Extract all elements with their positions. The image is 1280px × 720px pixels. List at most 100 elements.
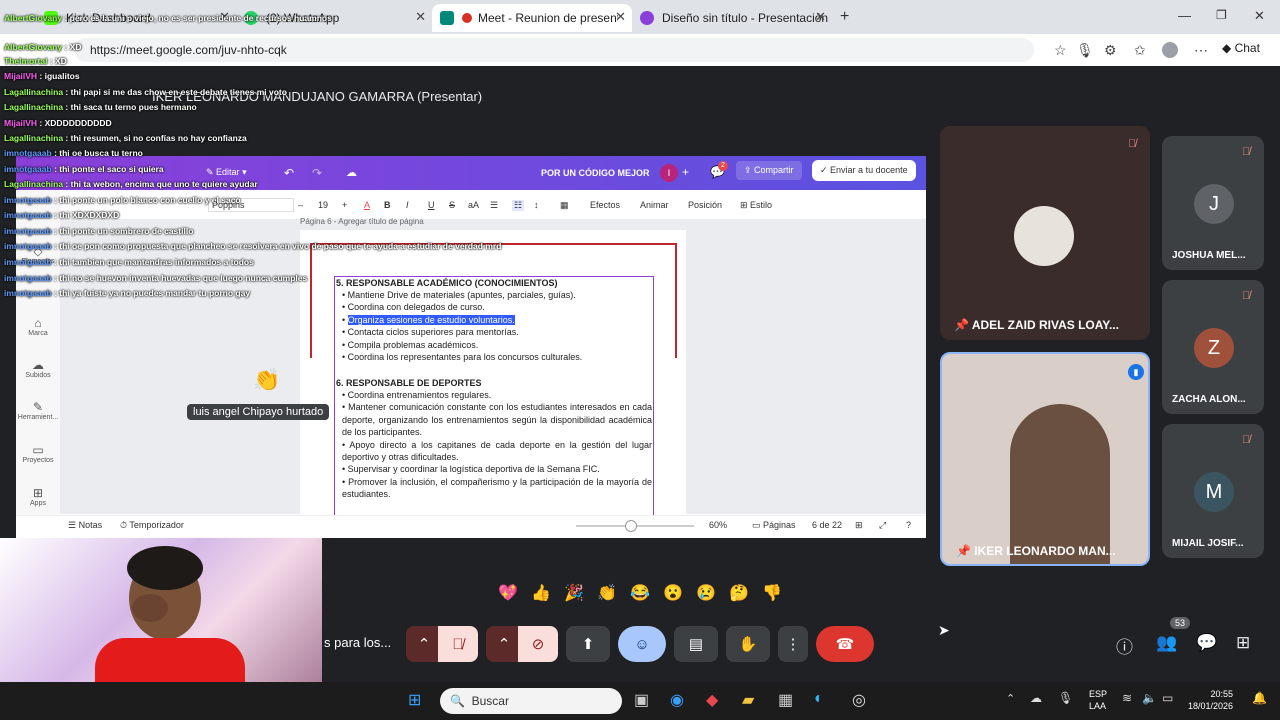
- task-view-icon[interactable]: ▣: [634, 690, 649, 710]
- position-button[interactable]: Posición: [688, 200, 722, 210]
- tab-meet[interactable]: Meet - Reunion de presentaci ✕: [432, 4, 632, 32]
- redo-icon[interactable]: ↷: [312, 166, 322, 180]
- user-avatar[interactable]: I: [660, 164, 678, 182]
- leave-call-button[interactable]: ☎: [816, 626, 874, 662]
- new-tab-icon[interactable]: +: [840, 8, 849, 26]
- participant-tile[interactable]: Z 🎙̸ ZACHA ALON...: [1162, 280, 1264, 414]
- chat-icon[interactable]: 💬: [1196, 633, 1217, 653]
- present-button[interactable]: ⬆: [566, 626, 610, 662]
- font-size-decrease[interactable]: –: [298, 200, 303, 210]
- reaction-laugh-icon[interactable]: 😂: [630, 583, 650, 603]
- rail-uploads[interactable]: ☁ Subidos: [16, 358, 60, 379]
- wifi-icon[interactable]: ≋: [1122, 691, 1132, 705]
- reaction-thinking-icon[interactable]: 🤔: [729, 583, 749, 603]
- mic-toggle-button[interactable]: 🎙̸: [438, 626, 478, 662]
- language-indicator[interactable]: ESP LAA: [1089, 688, 1107, 712]
- tab-canva[interactable]: Diseño sin título - Presentación ✕: [632, 4, 832, 32]
- participant-tile-speaking[interactable]: ▮ 📌 IKER LEONARDO MAN...: [940, 352, 1150, 566]
- audio-options-button[interactable]: ⌃: [406, 626, 442, 662]
- url-field[interactable]: https://meet.google.com/juv-nhto-cqk: [74, 38, 1034, 62]
- rail-apps[interactable]: ⊞ Apps: [16, 486, 60, 507]
- transparency-icon[interactable]: ▦: [560, 200, 569, 211]
- taskbar-search[interactable]: 🔍 Buscar: [440, 688, 622, 714]
- file-explorer-icon[interactable]: ▰: [742, 690, 754, 710]
- list-icon[interactable]: ☷: [512, 200, 525, 211]
- favorites-icon[interactable]: ✩: [1134, 42, 1146, 59]
- clock[interactable]: 20:55 18/01/2026: [1188, 688, 1233, 712]
- edge-copilot-icon[interactable]: ◉: [670, 690, 684, 710]
- more-menu-icon[interactable]: ⋯: [1194, 42, 1208, 59]
- style-button[interactable]: ⊞ Estilo: [740, 200, 772, 211]
- reaction-surprised-icon[interactable]: 😮: [663, 583, 683, 603]
- fullscreen-icon[interactable]: ⤢: [879, 520, 886, 531]
- battery-icon[interactable]: ▭: [1162, 691, 1173, 705]
- participant-tile[interactable]: M 🎙̸ MIJAIL JOSIF...: [1162, 424, 1264, 558]
- volume-icon[interactable]: 🔈: [1142, 691, 1157, 705]
- profile-avatar[interactable]: [1162, 42, 1178, 58]
- more-options-button[interactable]: ⋮: [778, 626, 808, 662]
- close-icon[interactable]: ✕: [415, 9, 426, 25]
- underline-icon[interactable]: U: [428, 200, 435, 210]
- app-red-icon[interactable]: ◆: [706, 690, 718, 710]
- help-icon[interactable]: ?: [906, 520, 911, 530]
- reaction-thumbs-down-icon[interactable]: 👎: [762, 583, 782, 603]
- edge-browser-icon[interactable]: ◐: [814, 690, 824, 708]
- rail-projects[interactable]: ▭ Proyectos: [16, 443, 60, 464]
- edit-menu[interactable]: ✎ Editar ▾: [206, 167, 247, 178]
- participant-tile[interactable]: 🎙̸ 📌 ADEL ZAID RIVAS LOAY...: [940, 126, 1150, 340]
- align-icon[interactable]: ☰: [490, 200, 498, 211]
- tray-overflow-icon[interactable]: ⌃: [1006, 692, 1015, 705]
- close-icon[interactable]: ✕: [815, 9, 826, 25]
- spacing-icon[interactable]: ↕: [534, 200, 539, 210]
- italic-icon[interactable]: I: [406, 200, 409, 210]
- tray-app-icon[interactable]: ☁: [1030, 691, 1042, 705]
- font-size-value[interactable]: 19: [318, 200, 328, 210]
- effects-button[interactable]: Efectos: [590, 200, 620, 210]
- notes-button[interactable]: ☰ Notas: [68, 520, 102, 531]
- camera-toggle-button[interactable]: ⊘: [518, 626, 558, 662]
- animate-button[interactable]: Animar: [640, 200, 669, 210]
- reaction-sad-icon[interactable]: 😢: [696, 583, 716, 603]
- store-icon[interactable]: ▦: [778, 690, 793, 710]
- text-case-icon[interactable]: aA: [468, 200, 479, 210]
- activities-icon[interactable]: ⊞: [1236, 633, 1250, 653]
- close-window-icon[interactable]: ✕: [1254, 8, 1265, 24]
- rail-tools[interactable]: ✎ Herramient...: [16, 400, 60, 421]
- text-color-icon[interactable]: A: [364, 200, 370, 210]
- minimize-icon[interactable]: —: [1178, 8, 1191, 23]
- copilot-chat-button[interactable]: ◆ Chat: [1222, 41, 1260, 55]
- tray-mic-icon[interactable]: 🎙: [1058, 691, 1073, 705]
- close-icon[interactable]: ✕: [615, 9, 626, 25]
- selected-text[interactable]: Organiza sesiones de estudio voluntarios…: [347, 314, 515, 325]
- reaction-heart-icon[interactable]: 💖: [498, 583, 518, 603]
- captions-button[interactable]: ▤: [674, 626, 718, 662]
- notifications-icon[interactable]: 🔔: [1252, 691, 1267, 705]
- video-options-button[interactable]: ⌃: [486, 626, 522, 662]
- undo-icon[interactable]: ↶: [284, 166, 294, 180]
- add-collaborator-icon[interactable]: +: [682, 165, 689, 179]
- design-title[interactable]: POR UN CÓDIGO MEJOR: [541, 168, 650, 178]
- send-to-teacher-button[interactable]: ✓ Enviar a tu docente: [812, 160, 916, 181]
- bold-icon[interactable]: B: [384, 200, 391, 210]
- share-button[interactable]: ⇪ Compartir: [736, 161, 802, 180]
- raise-hand-button[interactable]: ✋: [726, 626, 770, 662]
- pages-button[interactable]: ▭ Páginas: [752, 520, 796, 531]
- reaction-party-icon[interactable]: 🎉: [564, 583, 584, 603]
- zoom-slider-handle[interactable]: [625, 520, 637, 532]
- people-icon[interactable]: 👥: [1156, 633, 1177, 653]
- strikethrough-icon[interactable]: S: [449, 200, 455, 210]
- rail-brand[interactable]: ⌂ Marca: [16, 316, 60, 337]
- reaction-clap-icon[interactable]: 👏: [597, 583, 617, 603]
- meeting-info-icon[interactable]: ⓘ: [1116, 633, 1133, 658]
- extensions-icon[interactable]: ⚙: [1104, 42, 1117, 59]
- participant-tile[interactable]: J 🎙̸ JOSHUA MEL...: [1162, 136, 1264, 270]
- zoom-value[interactable]: 60%: [709, 520, 727, 530]
- page-header[interactable]: Página 6 - Agregar título de página: [300, 217, 424, 226]
- mic-icon[interactable]: 🎙: [1076, 42, 1094, 59]
- font-size-increase[interactable]: +: [342, 200, 347, 210]
- reaction-thumbs-up-icon[interactable]: 👍: [531, 583, 551, 603]
- obs-icon[interactable]: ◎: [852, 690, 866, 710]
- timer-button[interactable]: ⏱ Temporizador: [120, 520, 184, 531]
- bookmark-star-icon[interactable]: ☆: [1054, 42, 1067, 59]
- grid-view-icon[interactable]: ⊞: [855, 520, 863, 531]
